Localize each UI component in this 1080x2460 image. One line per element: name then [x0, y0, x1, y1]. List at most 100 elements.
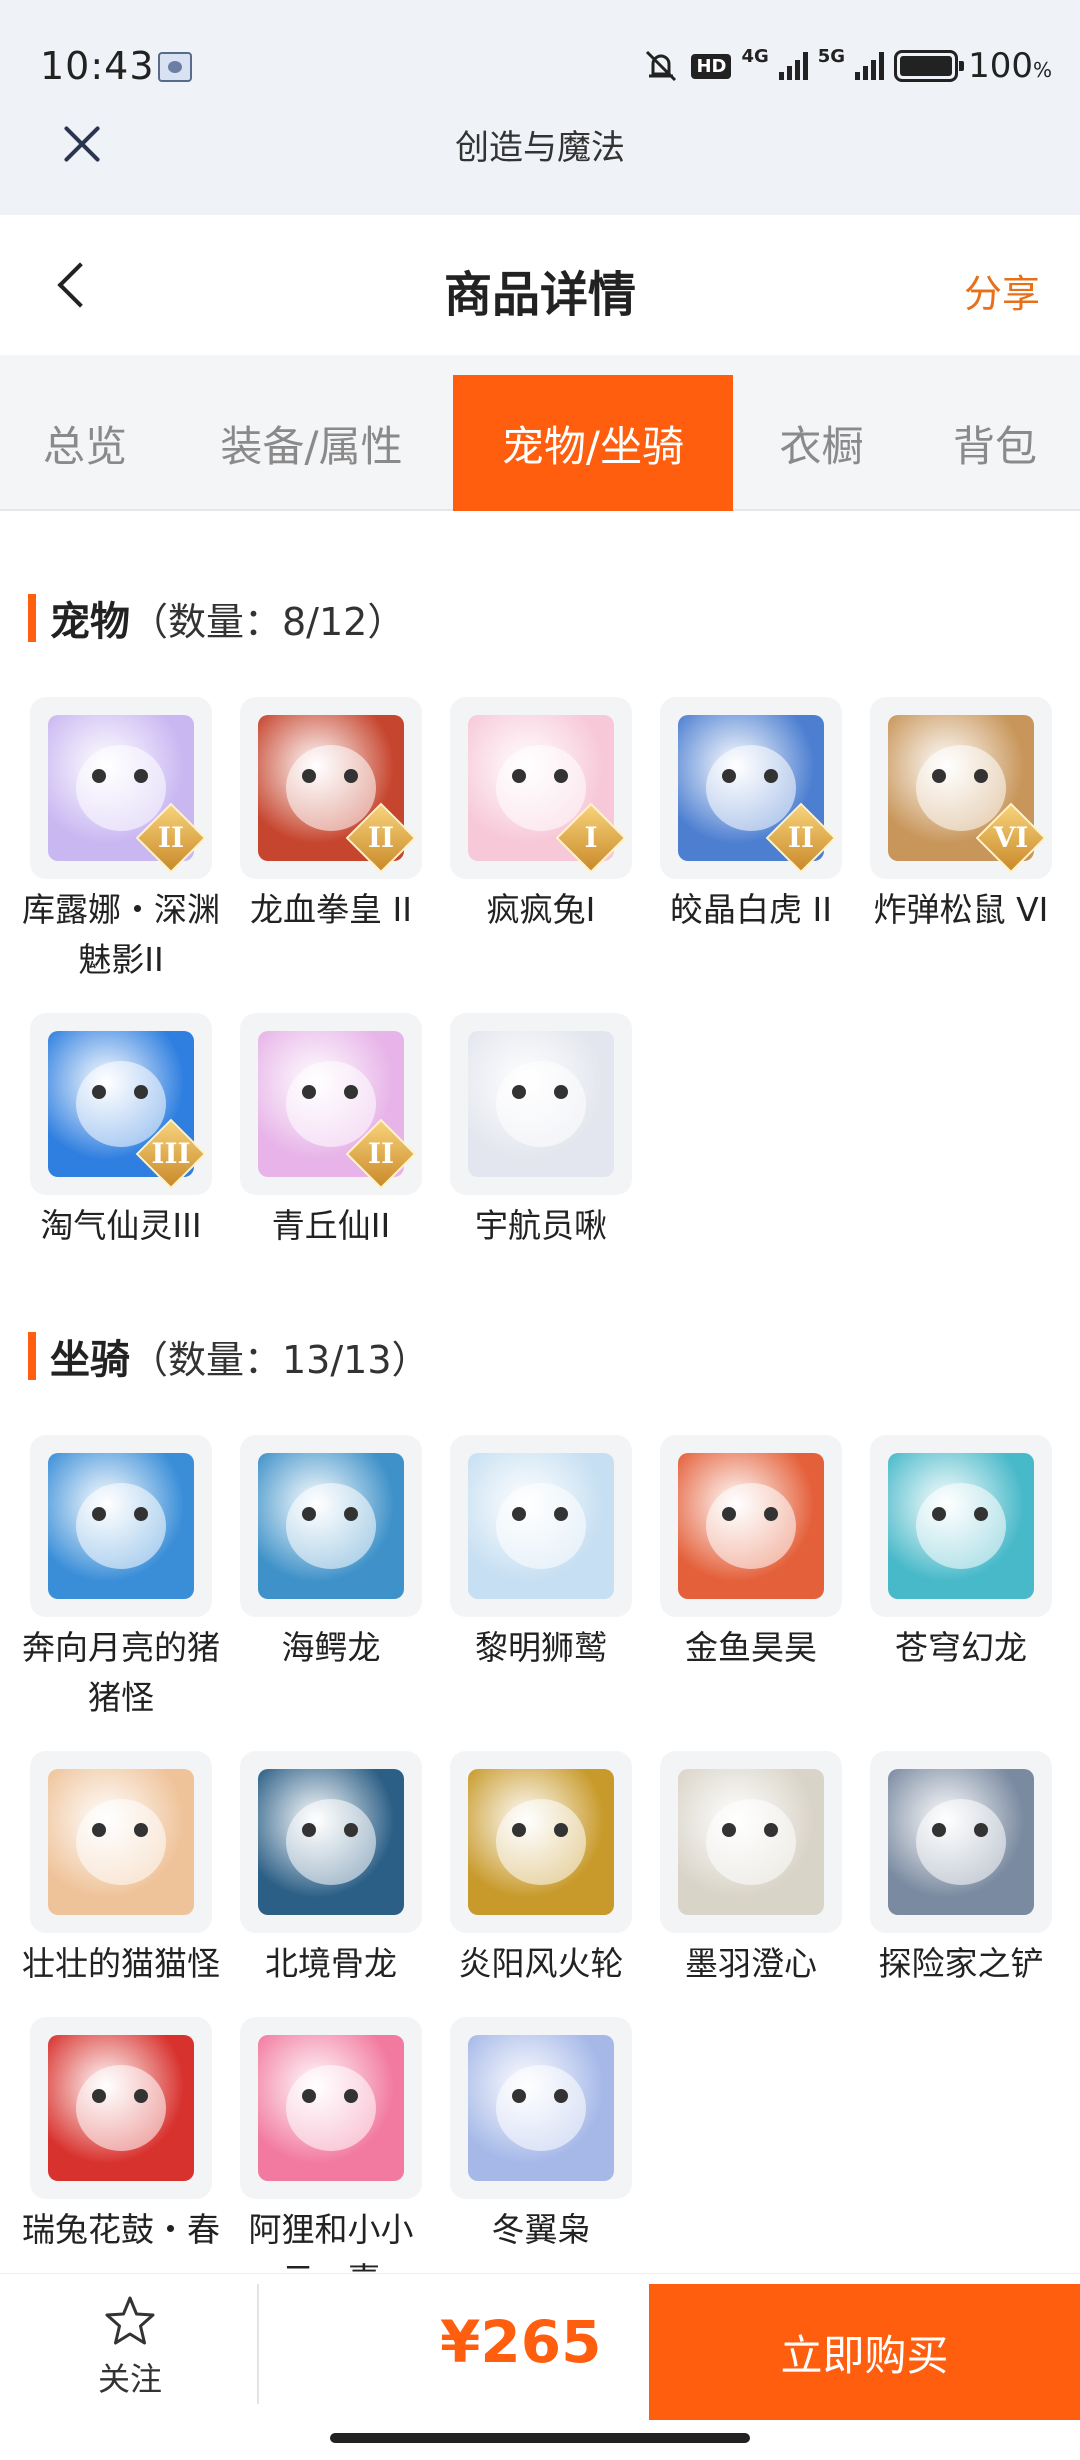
item-name: 青丘仙II	[271, 1206, 391, 1245]
page-title: 商品详情	[443, 267, 636, 323]
grade-badge-label: II	[367, 1137, 395, 1170]
item-thumbnail	[240, 1435, 422, 1617]
follow-label: 关注	[97, 2360, 162, 2398]
grid-item[interactable]: 海鳄龙	[240, 1435, 422, 1723]
status-icons: HD 4G 5G 100%	[641, 44, 1052, 88]
item-name: 龙血拳皇 II	[250, 890, 412, 929]
item-image	[258, 1769, 404, 1915]
notification-icon	[158, 52, 192, 82]
item-name: 炎阳风火轮	[458, 1944, 624, 1983]
grid-item[interactable]: 冬翼枭	[450, 2017, 632, 2273]
price: ¥265	[440, 2308, 602, 2376]
item-thumbnail	[450, 1751, 632, 1933]
tab-overview[interactable]: 总览	[0, 375, 170, 511]
grid-item[interactable]: 黎明狮鹫	[450, 1435, 632, 1723]
grid-item[interactable]: 墨羽澄心	[660, 1751, 842, 1989]
item-name: 苍穹幻龙	[895, 1628, 1027, 1667]
battery-icon	[894, 50, 965, 82]
mounts-count: （数量：13/13）	[130, 1337, 430, 1382]
home-indicator[interactable]	[330, 2433, 750, 2443]
pets-grid: II 库露娜・深渊魅影II II 龙血拳皇 II I 疯疯兔I II 皎晶白虎 II VI 炸弹松…	[22, 697, 1080, 1251]
tab-pets-mounts[interactable]: 宠物/坐骑	[453, 375, 733, 511]
item-thumbnail	[660, 1751, 842, 1933]
section-divider	[0, 355, 1080, 375]
item-image	[888, 1453, 1034, 1599]
bottom-divider	[257, 2284, 259, 2404]
grid-item[interactable]: 奔向月亮的猪猪怪	[22, 1435, 220, 1723]
content-scroll[interactable]: 宠物 （数量：8/12） II 库露娜・深渊魅影II II 龙血拳皇 II I 疯疯兔I I…	[0, 513, 1080, 2273]
item-image	[48, 1769, 194, 1915]
status-bar: 10:43 HD 4G 5G 100%	[0, 0, 1080, 130]
item-thumbnail	[30, 1435, 212, 1617]
item-image	[468, 1031, 614, 1177]
grid-item[interactable]: II 库露娜・深渊魅影II	[22, 697, 220, 985]
item-thumbnail: VI	[870, 697, 1052, 879]
item-name: 疯疯兔I	[486, 890, 596, 929]
grid-item[interactable]: 阿狸和小小云・喜	[240, 2017, 422, 2273]
status-time: 10:43	[40, 44, 155, 88]
item-name: 墨羽澄心	[685, 1944, 817, 1983]
grid-item[interactable]: 北境骨龙	[240, 1751, 422, 1989]
grid-item[interactable]: II 皎晶白虎 II	[660, 697, 842, 985]
pets-count: （数量：8/12）	[130, 599, 406, 644]
grid-item[interactable]: 宇航员啾	[450, 1013, 632, 1251]
tab-wardrobe[interactable]: 衣橱	[733, 375, 910, 511]
tab-equipment[interactable]: 装备/属性	[170, 375, 453, 511]
item-name: 金鱼昊昊	[685, 1628, 817, 1667]
grid-item[interactable]: 壮壮的猫猫怪	[22, 1751, 220, 1989]
signal-4g-icon	[778, 52, 808, 80]
star-outline-icon	[105, 2296, 155, 2345]
item-thumbnail: III	[30, 1013, 212, 1195]
grade-badge-label: II	[157, 821, 185, 854]
grid-item[interactable]: I 疯疯兔I	[450, 697, 632, 985]
signal-5g-icon	[855, 52, 885, 80]
grade-badge-label: I	[584, 821, 598, 854]
item-thumbnail	[240, 2017, 422, 2199]
item-name: 冬翼枭	[491, 2210, 591, 2249]
item-name: 海鳄龙	[281, 1628, 381, 1667]
buy-now-button[interactable]: 立即购买	[649, 2284, 1080, 2420]
mounts-grid: 奔向月亮的猪猪怪 海鳄龙 黎明狮鹫 金鱼昊昊 苍穹幻龙壮壮的猫猫怪 北境骨龙 炎阳风火轮 墨羽…	[22, 1435, 1080, 2273]
item-image	[48, 1453, 194, 1599]
grade-badge-label: III	[151, 1137, 191, 1170]
pets-title: 宠物	[50, 599, 130, 645]
grid-item[interactable]: III 淘气仙灵III	[30, 1013, 212, 1251]
section-accent-bar	[28, 594, 36, 642]
grid-item[interactable]: 炎阳风火轮	[450, 1751, 632, 1989]
item-name: 淘气仙灵III	[40, 1206, 202, 1245]
grid-item[interactable]: VI 炸弹松鼠 VI	[870, 697, 1052, 985]
item-name: 库露娜・深渊魅影II	[22, 890, 220, 979]
section-accent-bar	[28, 1332, 36, 1380]
battery-percent: 100%	[968, 46, 1052, 86]
grid-item[interactable]: II 青丘仙II	[240, 1013, 422, 1251]
item-thumbnail: II	[30, 697, 212, 879]
share-button[interactable]: 分享	[964, 263, 1040, 318]
follow-button[interactable]: 关注	[40, 2294, 220, 2404]
item-image	[468, 2035, 614, 2181]
item-name: 宇航员啾	[475, 1206, 607, 1245]
item-image	[258, 2035, 404, 2181]
item-name: 皎晶白虎 II	[670, 890, 832, 929]
grid-item[interactable]: 苍穹幻龙	[870, 1435, 1052, 1723]
pets-section-header: 宠物 （数量：8/12）	[28, 583, 1080, 653]
mounts-title: 坐骑	[50, 1337, 130, 1383]
tab-backpack[interactable]: 背包	[910, 375, 1080, 511]
item-image	[48, 2035, 194, 2181]
mini-app-title: 创造与魔法	[455, 128, 625, 168]
item-image	[678, 1769, 824, 1915]
item-thumbnail	[870, 1435, 1052, 1617]
item-name: 北境骨龙	[265, 1944, 397, 1983]
mute-bell-icon	[646, 50, 677, 82]
grid-item[interactable]: 瑞兔花鼓・春	[22, 2017, 220, 2273]
item-thumbnail	[30, 1751, 212, 1933]
grid-item[interactable]: II 龙血拳皇 II	[240, 697, 422, 985]
item-thumbnail	[660, 1435, 842, 1617]
item-thumbnail: II	[240, 697, 422, 879]
item-thumbnail	[240, 1751, 422, 1933]
network-4g-label: 4G	[741, 45, 769, 67]
tab-bar: 总览 装备/属性 宠物/坐骑 衣橱 背包	[0, 375, 1080, 511]
grade-badge-label: VI	[993, 821, 1029, 854]
grid-item[interactable]: 金鱼昊昊	[660, 1435, 842, 1723]
grid-item[interactable]: 探险家之铲	[870, 1751, 1052, 1989]
item-thumbnail	[870, 1751, 1052, 1933]
